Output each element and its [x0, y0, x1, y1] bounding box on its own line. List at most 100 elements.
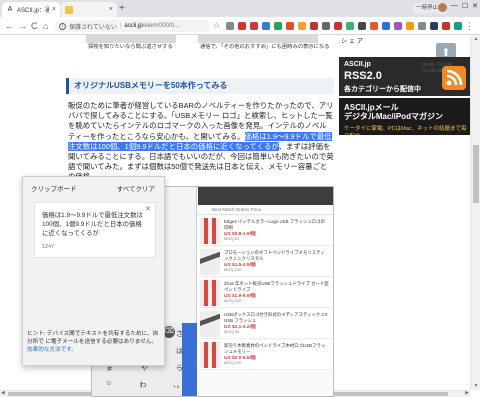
key: わ	[139, 382, 147, 389]
mail-magazine-banner[interactable]: ASCII.jpメール デジタルMac/iPodマガジン ケータイに家電、PCは…	[339, 98, 470, 135]
thumbnail-caption: 探物を知りたいなら聞ぶ返させする	[88, 44, 173, 50]
hint-link[interactable]: 効果的な方法です。	[27, 347, 77, 353]
extension-icon[interactable]	[454, 22, 462, 30]
extension-icon[interactable]	[226, 22, 234, 30]
rss-brand: ASCII.jp	[344, 61, 371, 68]
rss-title: RSS2.0	[344, 70, 382, 82]
product-image	[200, 342, 220, 368]
extension-icon[interactable]	[238, 22, 246, 30]
product-item: 2016 年ホット販売USBフラッシュドライブ カード型ペンドライブ US $1…	[198, 278, 333, 308]
extension-icon[interactable]	[262, 22, 270, 30]
bookmark-star-icon[interactable]: ☆	[213, 20, 220, 32]
close-tab-icon[interactable]: ×	[109, 6, 113, 13]
clipboard-hint: ヒント: デバイス間でテキストを共有するために、自分所で に電子メールを送信する…	[27, 330, 161, 354]
close-window-button[interactable]: ✕	[472, 2, 478, 12]
product-title: 2016 年ホット販売USBフラッシュドライブ カード型ペンドライブ	[224, 281, 329, 292]
product-item: プロモーションのギフトペンドライブメモリスティックミニクリスタル US $1.5…	[198, 247, 333, 277]
extension-icon[interactable]	[298, 22, 306, 30]
phone-app-header	[198, 187, 333, 205]
extension-icon[interactable]	[310, 22, 318, 30]
product-image	[200, 280, 220, 306]
mail-title: デジタルMac/iPodマガジン	[344, 112, 443, 121]
product-title: USBボックスロゴ付き形式のメディアスティック 2.0 USB フラッシュ	[224, 312, 328, 323]
extension-icon[interactable]	[286, 22, 294, 30]
product-image	[200, 311, 220, 337]
product-title: Edge4 インテルカラーLogo USB フラッシュロゴの印刷	[224, 219, 325, 230]
extension-icon[interactable]	[418, 22, 426, 30]
section-heading: オリジナルUSBメモリーを50本作ってみる	[66, 78, 334, 94]
extension-icon[interactable]	[406, 22, 414, 30]
maximize-button[interactable]: ☐	[462, 2, 468, 12]
rss-subtitle: 各カテゴリーから配信中	[344, 86, 421, 93]
reload-button[interactable]: C	[31, 20, 38, 32]
product-title: プロモーションのギフトペンドライブメモリスティックミニクリスタル	[224, 250, 325, 261]
clear-all-button[interactable]: すべてクリア	[117, 183, 155, 193]
product-title: 卸売り木製素材のペンドライブ木材ロゴUSBフラッシュメモリー	[224, 343, 326, 354]
rss-icon	[442, 66, 466, 90]
extension-icon[interactable]	[358, 22, 366, 30]
address-bar[interactable]: i 保護されていない | ascii.jp /elem/000/0...	[55, 20, 210, 32]
product-image	[200, 249, 220, 275]
tab-title: ASCII.jp：通常やGoogle, スマホ	[17, 8, 49, 14]
product-item: Edge4 インテルカラーLogo USB フラッシュロゴの印刷 US $0.8…	[198, 216, 333, 246]
extension-icon[interactable]	[370, 22, 378, 30]
extension-icon[interactable]	[442, 22, 450, 30]
extension-icon[interactable]	[382, 22, 390, 30]
scrollbar-thumb[interactable]	[473, 145, 479, 203]
extension-icon[interactable]	[334, 22, 342, 30]
tab-favicon-icon	[65, 5, 73, 14]
extension-icon[interactable]	[394, 22, 402, 30]
tab-ascii[interactable]: A ASCII.jp：通常やGoogle, スマホ ×	[2, 2, 60, 17]
tab-second[interactable]: ×	[61, 2, 117, 17]
home-button[interactable]: ⌂	[43, 20, 48, 32]
clipboard-panel: クリップボード すべてクリア ✕ 価格は1.9〜9.9ドルで最低注文数は100個…	[22, 176, 165, 366]
rss-banner[interactable]: ASCII.jp RSS2.0 各カテゴリーから配信中 Really Simpl…	[339, 57, 470, 96]
scroll-up-icon[interactable]: ▲	[471, 36, 480, 42]
extension-icon[interactable]	[250, 22, 258, 30]
browser-window: A ASCII.jp：通常やGoogle, スマホ × × + 一時停止中 — …	[0, 0, 480, 397]
product-moq: MOQ:100	[224, 267, 242, 272]
product-moq: MOQ:100	[224, 298, 242, 303]
product-moq: MOQ:50	[224, 236, 240, 241]
extension-icon[interactable]	[322, 22, 330, 30]
clipboard-title: クリップボード	[31, 186, 77, 193]
user-avatar[interactable]	[437, 3, 447, 12]
info-icon[interactable]: i	[59, 22, 66, 30]
product-item: USBボックスロゴ付き形式のメディアスティック 2.0 USB フラッシュ US…	[198, 309, 333, 339]
new-tab-button[interactable]: +	[119, 3, 125, 15]
address-host: ascii.jp	[124, 23, 143, 29]
close-tab-icon[interactable]: ×	[52, 6, 56, 13]
back-button[interactable]: ←	[5, 20, 14, 32]
address-path: /elem/000/0...	[142, 23, 180, 29]
extension-icon[interactable]	[274, 22, 282, 30]
address-separator: |	[119, 23, 122, 29]
scroll-down-icon[interactable]: ▼	[471, 383, 480, 389]
phone-sort-tabs: Best Match Orders Price	[198, 205, 333, 215]
forward-button[interactable]: →	[18, 20, 27, 32]
clipboard-item-count: 1247	[42, 244, 55, 250]
article-paragraph: 販促のために筆者が経営しているBARのノベルティーを作りたかったので、アリババで…	[68, 101, 334, 183]
browser-menu-button[interactable]: ⋮	[465, 20, 474, 32]
keyboard-enter-key	[182, 323, 197, 396]
article-thumbnail[interactable]	[86, 35, 176, 43]
minimize-button[interactable]: —	[451, 2, 458, 12]
extension-icon[interactable]	[430, 22, 438, 30]
product-moq: MOQ:50	[224, 329, 240, 334]
article-thumbnail[interactable]	[198, 35, 318, 43]
scroll-left-icon[interactable]: ◀	[1, 390, 5, 396]
scroll-right-icon[interactable]: ▶	[465, 390, 469, 396]
sidebar: シェア ⬆ ASCII.jp RSS2.0 各カテゴリーから配信中 Really…	[336, 35, 470, 390]
extension-icon[interactable]	[346, 22, 354, 30]
close-icon[interactable]: ✕	[145, 205, 151, 213]
mail-subtitle: ケータイに家電、PCはMac、ネットの話題まで毎日配信	[344, 126, 467, 135]
product-moq: MOQ:100	[224, 360, 242, 365]
product-image	[200, 218, 220, 244]
security-label: 保護されていない	[69, 24, 117, 31]
thumbnail-caption: 通信で、「その他のおすすめ」にも困時みの表示になる	[200, 44, 330, 50]
vertical-scrollbar[interactable]: ▲ ▼	[470, 35, 480, 390]
clipboard-item[interactable]: ✕ 価格は1.9〜9.9ドルで最低注文数は100個、1個9.9ドルだと日本の価格…	[34, 202, 156, 258]
share-label: シェア	[341, 39, 366, 45]
clipboard-item-text: 価格は1.9〜9.9ドルで最低注文数は100個、1個9.9ドルだと日本の価格に近…	[42, 212, 143, 237]
hint-text: ヒント: デバイス間でテキストを共有するために、自分所で に電子メールを送信する…	[27, 331, 159, 345]
phone-product-list: Best Match Orders Price Edge4 インテルカラーLog…	[198, 187, 333, 396]
